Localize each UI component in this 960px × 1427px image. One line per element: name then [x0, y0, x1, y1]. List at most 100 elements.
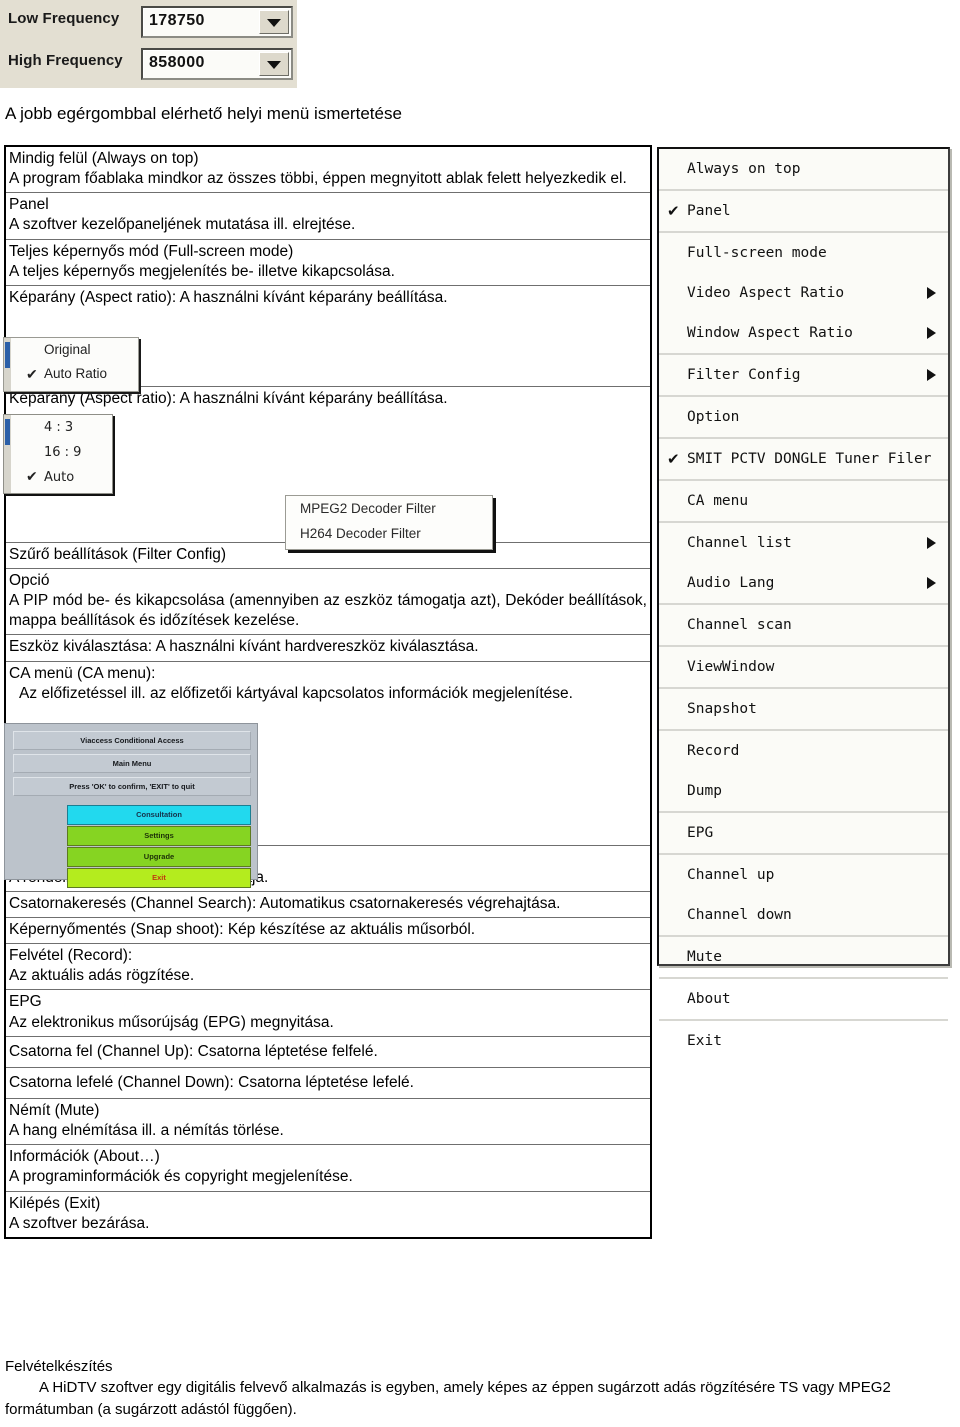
menu-item-channel-down[interactable]: Channel down [659, 895, 948, 935]
menu-item-option[interactable]: Option [659, 397, 948, 437]
menu-item-16-9[interactable]: 16 : 9 [4, 440, 112, 465]
menu-item-audio-lang[interactable]: Audio Lang [659, 563, 948, 603]
menu-group: ViewWindow [659, 647, 948, 689]
menu-item-label: Option [687, 409, 740, 425]
table-row: EPG Az elektronikus műsorújság (EPG) meg… [5, 989, 651, 1037]
menu-item-always-on-top[interactable]: Always on top [659, 149, 948, 189]
checkmark-icon: ✔ [26, 366, 38, 382]
menu-item-mute[interactable]: Mute [659, 937, 948, 977]
table-cell: EPG Az elektronikus műsorújság (EPG) meg… [5, 989, 651, 1037]
table-row: Mindig felül (Always on top) A program f… [5, 146, 651, 194]
footer-title: Felvételkészítés [5, 1358, 113, 1375]
menu-item-auto-ratio[interactable]: ✔ Auto Ratio [4, 362, 138, 386]
row-title: Mindig felül (Always on top) [9, 150, 199, 167]
menu-group: Record Dump [659, 731, 948, 813]
table-row: Eszköz kiválasztása: A használni kívánt … [5, 634, 651, 662]
menu-item-exit[interactable]: Exit [659, 1021, 948, 1061]
table-cell: Felvétel (Record): Az aktuális adás rögz… [5, 943, 651, 991]
table-cell: Csatorna fel (Channel Up): Csatorna lépt… [5, 1036, 651, 1068]
low-frequency-combobox[interactable]: 178750 [141, 6, 293, 38]
menu-item-about[interactable]: About [659, 979, 948, 1019]
video-aspect-ratio-popup[interactable]: Original ✔ Auto Ratio [3, 337, 139, 392]
menu-item-label: Full-screen mode [687, 245, 827, 261]
row-desc: A szoftver kezelőpaneljének mutatása ill… [9, 216, 356, 234]
menu-item-full-screen-mode[interactable]: Full-screen mode [659, 233, 948, 273]
table-cell: Mindig felül (Always on top) A program f… [5, 146, 651, 194]
window-aspect-ratio-popup[interactable]: 4 : 3 16 : 9 ✔ Auto [3, 414, 113, 494]
table-row: Csatorna fel (Channel Up): Csatorna lépt… [5, 1036, 651, 1068]
table-row: Opció A PIP mód be- és kikapcsolása (ame… [5, 568, 651, 636]
menu-item-4-3[interactable]: 4 : 3 [4, 415, 112, 440]
row-title: Csatorna lefelé (Channel Down): Csatorna… [9, 1073, 414, 1091]
menu-item-channel-up[interactable]: Channel up [659, 855, 948, 895]
menu-description-table: Mindig felül (Always on top) A program f… [4, 145, 652, 1239]
table-row: Csatorna lefelé (Channel Down): Csatorna… [5, 1067, 651, 1099]
right-click-context-menu[interactable]: Always on top ✔ Panel Full-screen mode V… [657, 147, 950, 1049]
menu-item-h264-decoder-filter[interactable]: H264 Decoder Filter [286, 521, 492, 546]
menu-item-label: About [687, 991, 731, 1007]
chevron-down-icon [267, 61, 281, 69]
table-cell: Némít (Mute) A hang elnémítása ill. a né… [5, 1098, 651, 1146]
menu-item-viewwindow[interactable]: ViewWindow [659, 647, 948, 687]
table-cell: Eszköz kiválasztása: A használni kívánt … [5, 634, 651, 662]
row-desc: A szoftver bezárása. [9, 1214, 150, 1232]
menu-item-channel-list[interactable]: Channel list [659, 523, 948, 563]
menu-group: EPG [659, 813, 948, 855]
table-row: Képernyőmentés (Snap shoot): Kép készíté… [5, 917, 651, 945]
table-cell: Kilépés (Exit) A szoftver bezárása. [5, 1191, 651, 1238]
menu-item-record[interactable]: Record [659, 731, 948, 771]
low-frequency-value: 178750 [149, 12, 205, 29]
menu-item-label: Channel up [687, 867, 775, 883]
table-row: Információk (About…) A programinformáció… [5, 1144, 651, 1192]
menu-item-snapshot[interactable]: Snapshot [659, 689, 948, 729]
ca-dialog-hint: Press 'OK' to confirm, 'EXIT' to quit [13, 777, 251, 796]
menu-item-label: Auto [44, 470, 75, 485]
menu-item-ca-menu[interactable]: CA menu [659, 481, 948, 521]
row-title: Csatorna fel (Channel Up): Csatorna lépt… [9, 1042, 378, 1060]
menu-item-video-aspect-ratio[interactable]: Video Aspect Ratio [659, 273, 948, 313]
chevron-right-icon [927, 577, 936, 589]
menu-item-dump[interactable]: Dump [659, 771, 948, 811]
menu-item-smit-pctv-dongle-tuner-filer[interactable]: ✔ SMIT PCTV DONGLE Tuner Filer [659, 439, 948, 479]
menu-item-label: Panel [687, 203, 731, 219]
ca-button-consultation[interactable]: Consultation [67, 805, 251, 825]
menu-item-auto[interactable]: ✔ Auto [4, 465, 112, 490]
row-title: Képernyőmentés (Snap shoot): Kép készíté… [9, 920, 476, 938]
checkmark-icon: ✔ [667, 202, 680, 220]
chevron-right-icon [927, 327, 936, 339]
menu-item-label: Exit [687, 1033, 722, 1049]
row-title: Eszköz kiválasztása: A használni kívánt … [9, 638, 479, 656]
menu-item-label: Window Aspect Ratio [687, 325, 853, 341]
menu-item-original[interactable]: Original [4, 338, 138, 362]
row-title: Kilépés (Exit) [9, 1194, 101, 1212]
menu-item-label: Video Aspect Ratio [687, 285, 845, 301]
low-frequency-row: Low Frequency 178750 [0, 4, 297, 40]
menu-group: Mute [659, 937, 948, 979]
menu-group: Channel scan [659, 605, 948, 647]
filter-config-popup[interactable]: MPEG2 Decoder Filter H264 Decoder Filter [285, 495, 493, 550]
menu-item-label: SMIT PCTV DONGLE Tuner Filer [687, 451, 932, 467]
menu-item-window-aspect-ratio[interactable]: Window Aspect Ratio [659, 313, 948, 353]
menu-item-filter-config[interactable]: Filter Config [659, 355, 948, 395]
menu-group: Channel up Channel down [659, 855, 948, 937]
chevron-down-icon [267, 19, 281, 27]
row-desc: A programinformációk és copyright megjel… [9, 1168, 353, 1186]
ca-button-settings[interactable]: Settings [67, 826, 251, 846]
menu-item-label: Dump [687, 783, 722, 799]
high-frequency-dropdown-button[interactable] [259, 52, 289, 76]
high-frequency-combobox[interactable]: 858000 [141, 48, 293, 80]
ca-button-upgrade[interactable]: Upgrade [67, 847, 251, 867]
menu-item-epg[interactable]: EPG [659, 813, 948, 853]
menu-item-channel-scan[interactable]: Channel scan [659, 605, 948, 645]
menu-group: Option [659, 397, 948, 439]
menu-item-panel[interactable]: ✔ Panel [659, 191, 948, 231]
menu-item-label: Original [44, 342, 91, 357]
ca-button-exit[interactable]: Exit [67, 868, 251, 888]
menu-item-label: MPEG2 Decoder Filter [300, 501, 436, 516]
low-frequency-dropdown-button[interactable] [259, 10, 289, 34]
menu-item-label: Auto Ratio [44, 366, 108, 381]
menu-item-label: CA menu [687, 493, 749, 509]
chevron-right-icon [927, 369, 936, 381]
menu-item-mpeg2-decoder-filter[interactable]: MPEG2 Decoder Filter [286, 496, 492, 521]
menu-group: ✔ Panel [659, 191, 948, 233]
